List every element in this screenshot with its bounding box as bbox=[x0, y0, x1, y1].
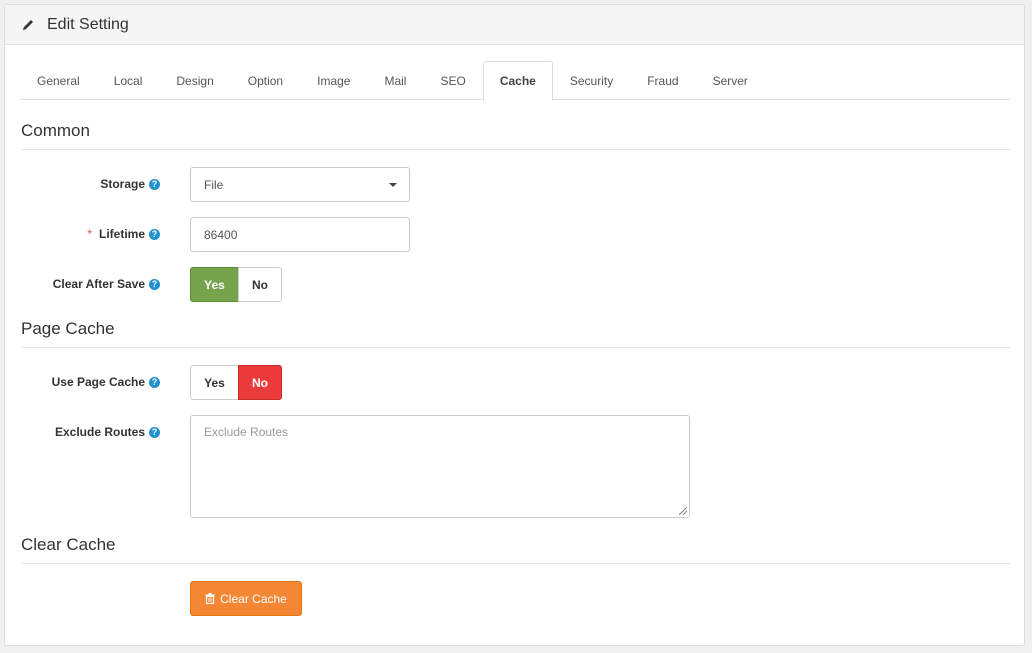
tab-security[interactable]: Security bbox=[553, 61, 630, 100]
storage-label-text: Storage bbox=[100, 177, 145, 191]
exclude-routes-label-text: Exclude Routes bbox=[54, 425, 145, 439]
clear-after-save-label-text: Clear After Save bbox=[52, 277, 145, 291]
tab-server[interactable]: Server bbox=[696, 61, 765, 100]
tab-option[interactable]: Option bbox=[231, 61, 300, 100]
required-mark: * bbox=[87, 227, 92, 241]
section-clear-cache-title: Clear Cache bbox=[21, 535, 1010, 564]
storage-select[interactable]: File bbox=[190, 167, 410, 202]
storage-select-value: File bbox=[204, 177, 224, 192]
exclude-routes-placeholder: Exclude Routes bbox=[204, 425, 289, 439]
help-icon[interactable]: ? bbox=[149, 278, 160, 290]
tab-mail[interactable]: Mail bbox=[367, 61, 423, 100]
tab-design[interactable]: Design bbox=[159, 61, 230, 100]
use-page-cache-label-text: Use Page Cache bbox=[51, 375, 145, 389]
edit-setting-panel: Edit Setting General Local Design Option… bbox=[4, 4, 1025, 646]
help-icon[interactable]: ? bbox=[149, 178, 160, 190]
clear-after-save-toggle: Yes No bbox=[190, 267, 282, 302]
resize-grip-icon[interactable] bbox=[679, 507, 687, 515]
clear-cache-button[interactable]: Clear Cache bbox=[190, 581, 302, 616]
section-common-title: Common bbox=[21, 121, 1010, 150]
use-page-cache-label: Use Page Cache ? bbox=[18, 375, 160, 389]
tab-image[interactable]: Image bbox=[300, 61, 367, 100]
tab-seo[interactable]: SEO bbox=[423, 61, 482, 100]
storage-label: Storage ? bbox=[18, 177, 160, 191]
use-page-cache-toggle: Yes No bbox=[190, 365, 282, 400]
tab-cache[interactable]: Cache bbox=[482, 61, 553, 101]
lifetime-label: * Lifetime ? bbox=[18, 227, 160, 241]
use-page-cache-no-button[interactable]: No bbox=[238, 365, 282, 400]
tab-local[interactable]: Local bbox=[97, 61, 160, 100]
settings-tabs: General Local Design Option Image Mail S… bbox=[20, 61, 1010, 101]
use-page-cache-yes-button[interactable]: Yes bbox=[190, 365, 239, 400]
caret-down-icon bbox=[389, 183, 397, 187]
exclude-routes-textarea[interactable]: Exclude Routes bbox=[190, 415, 690, 518]
clear-cache-button-label: Clear Cache bbox=[220, 591, 287, 606]
clear-after-save-no-button[interactable]: No bbox=[238, 267, 282, 302]
page-title: Edit Setting bbox=[47, 15, 129, 33]
lifetime-input[interactable]: 86400 bbox=[190, 217, 410, 252]
pencil-icon bbox=[23, 19, 33, 30]
help-icon[interactable]: ? bbox=[149, 376, 160, 388]
tab-fraud[interactable]: Fraud bbox=[630, 61, 695, 100]
clear-after-save-label: Clear After Save ? bbox=[18, 277, 160, 291]
clear-after-save-yes-button[interactable]: Yes bbox=[190, 267, 239, 302]
section-page-cache-title: Page Cache bbox=[21, 319, 1010, 348]
lifetime-input-value: 86400 bbox=[204, 227, 238, 242]
help-icon[interactable]: ? bbox=[149, 228, 160, 240]
trash-icon bbox=[205, 593, 215, 604]
help-icon[interactable]: ? bbox=[149, 426, 160, 438]
lifetime-label-text: Lifetime bbox=[98, 227, 145, 241]
panel-heading: Edit Setting bbox=[5, 5, 1024, 45]
exclude-routes-label: Exclude Routes ? bbox=[18, 425, 160, 439]
tab-general[interactable]: General bbox=[20, 61, 97, 100]
